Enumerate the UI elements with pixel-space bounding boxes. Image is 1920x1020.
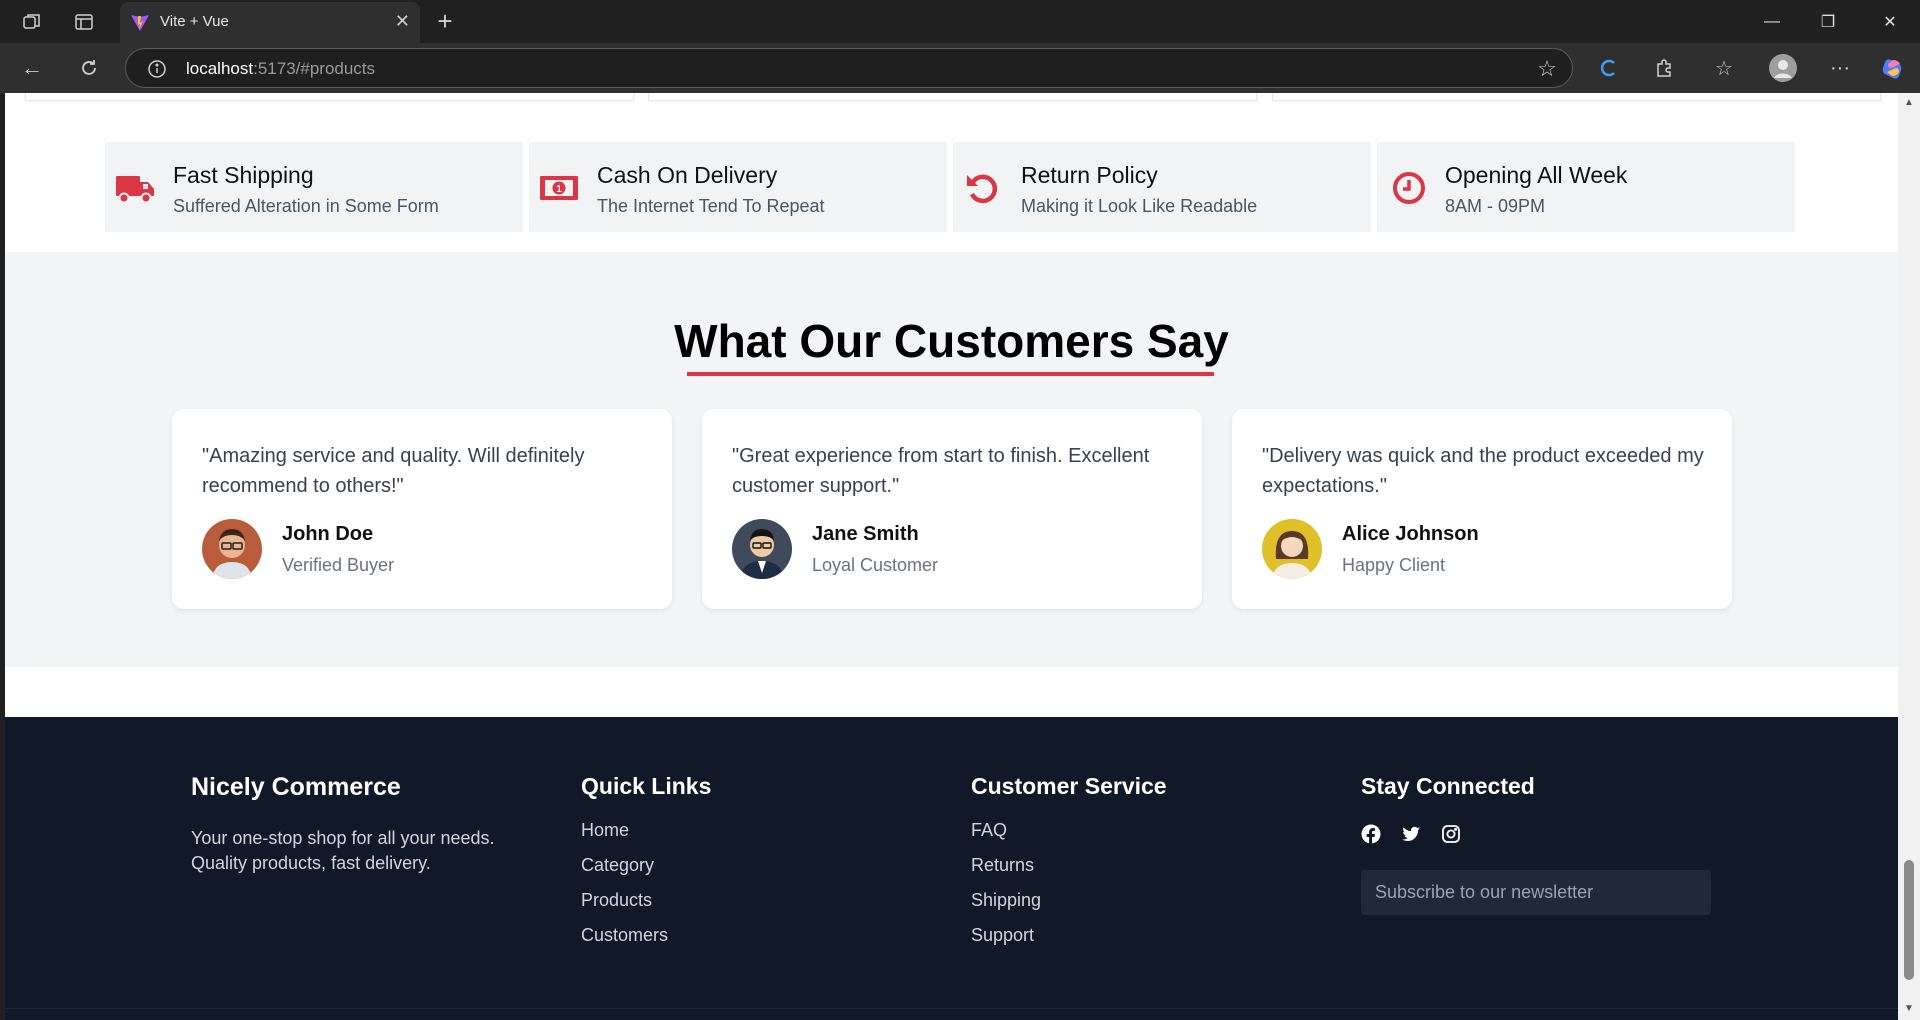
testimonial-name: Alice Johnson <box>1342 523 1479 545</box>
footer-links-list: Home Category Products Customers <box>581 820 711 960</box>
testimonial-role: Loyal Customer <box>812 555 939 575</box>
site-info-icon[interactable] <box>146 58 168 80</box>
copilot-icon[interactable] <box>1880 55 1906 81</box>
money-icon: 1 <box>539 170 579 206</box>
footer-link-faq[interactable]: FAQ <box>971 820 1167 855</box>
tab-title: Vite + Vue <box>160 13 229 30</box>
footer-link-returns[interactable]: Returns <box>971 855 1167 890</box>
url-text: localhost:5173/#products <box>186 59 376 78</box>
feature-opening-all-week: Opening All Week 8AM - 09PM <box>1377 142 1795 232</box>
testimonial-card: "Delivery was quick and the product exce… <box>1232 409 1732 609</box>
feature-fast-shipping: Fast Shipping Suffered Alteration in Som… <box>105 142 523 232</box>
avatar <box>1262 519 1322 579</box>
minimize-icon[interactable]: — <box>1744 0 1800 43</box>
more-options-icon[interactable]: ··· <box>1828 56 1852 80</box>
scroll-up-icon[interactable]: ▲ <box>1903 97 1915 109</box>
svg-text:1: 1 <box>556 184 562 195</box>
tab-actions-icon[interactable] <box>72 10 96 34</box>
footer-heading: Quick Links <box>581 773 712 799</box>
profile-icon[interactable] <box>1769 54 1797 82</box>
browser-tab-bar: Vite + Vue ✕ + — ❐ ✕ <box>0 0 1920 43</box>
footer-heading: Stay Connected <box>1361 773 1535 799</box>
twitter-icon[interactable] <box>1401 824 1421 844</box>
page-scrollbar[interactable]: ▲ ▼ <box>1898 93 1920 1020</box>
facebook-icon[interactable] <box>1361 824 1381 844</box>
clock-icon <box>1387 170 1427 206</box>
favorite-star-icon[interactable]: ☆ <box>1536 56 1558 81</box>
extension-c-icon[interactable] <box>1596 56 1620 80</box>
footer-link-customers[interactable]: Customers <box>581 925 711 960</box>
testimonial-card: "Amazing service and quality. Will defin… <box>172 409 672 609</box>
footer-stay-connected: Stay Connected <box>1361 773 1711 915</box>
close-tab-icon[interactable]: ✕ <box>395 11 410 32</box>
truck-icon <box>115 170 155 206</box>
feature-subtitle: 8AM - 09PM <box>1445 196 1546 216</box>
vite-logo-icon <box>130 12 150 32</box>
feature-title: Cash On Delivery <box>597 162 778 188</box>
testimonial-name: John Doe <box>282 523 374 545</box>
product-card-edge <box>1272 93 1881 101</box>
instagram-icon[interactable] <box>1441 824 1461 844</box>
product-card-edge <box>25 93 634 101</box>
workspaces-icon[interactable] <box>20 10 44 34</box>
reload-icon[interactable] <box>77 56 101 80</box>
testimonials-section: What Our Customers Say "Amazing service … <box>5 252 1898 667</box>
footer-quick-links: Quick Links Home Category Products Custo… <box>581 773 711 960</box>
page-viewport: Fast Shipping Suffered Alteration in Som… <box>5 93 1898 1020</box>
footer-tagline: Your one-stop shop for all your needs. Q… <box>191 828 495 873</box>
footer-link-support[interactable]: Support <box>971 925 1167 960</box>
browser-tab[interactable]: Vite + Vue ✕ <box>120 2 420 43</box>
favorites-icon[interactable]: ☆ <box>1712 56 1736 80</box>
footer-brand-column: Nicely Commerce Your one-stop shop for a… <box>191 773 511 876</box>
feature-title: Return Policy <box>1021 162 1158 188</box>
feature-cash-on-delivery: 1 Cash On Delivery The Internet Tend To … <box>529 142 947 232</box>
avatar <box>732 519 792 579</box>
testimonials-heading: What Our Customers Say <box>674 315 1229 367</box>
undo-icon <box>963 170 1003 206</box>
testimonial-card: "Great experience from start to finish. … <box>702 409 1202 609</box>
heading-underline <box>687 372 1214 376</box>
feature-subtitle: Suffered Alteration in Some Form <box>173 196 439 216</box>
back-icon[interactable]: ← <box>20 55 44 80</box>
footer-link-home[interactable]: Home <box>581 820 711 855</box>
address-bar[interactable]: localhost:5173/#products ☆ <box>125 48 1573 88</box>
product-card-edge <box>648 93 1257 101</box>
testimonial-quote: "Great experience from start to finish. … <box>732 445 1150 497</box>
testimonial-role: Happy Client <box>1342 555 1446 575</box>
scrollbar-thumb[interactable] <box>1904 860 1914 980</box>
scroll-down-icon[interactable]: ▼ <box>1903 1003 1915 1015</box>
testimonial-quote: "Amazing service and quality. Will defin… <box>202 445 585 497</box>
feature-subtitle: The Internet Tend To Repeat <box>597 196 825 216</box>
close-window-icon[interactable]: ✕ <box>1862 0 1918 43</box>
extensions-icon[interactable] <box>1652 56 1676 80</box>
new-tab-icon[interactable]: + <box>432 6 458 36</box>
feature-subtitle: Making it Look Like Readable <box>1021 196 1258 216</box>
footer-customer-service: Customer Service FAQ Returns Shipping Su… <box>971 773 1167 960</box>
site-footer: Nicely Commerce Your one-stop shop for a… <box>5 717 1898 1020</box>
browser-toolbar: ← localhost:5173/#products ☆ ☆ ··· <box>0 43 1920 93</box>
restore-icon[interactable]: ❐ <box>1800 0 1856 43</box>
testimonial-role: Verified Buyer <box>282 555 395 575</box>
social-links <box>1361 824 1711 844</box>
footer-link-products[interactable]: Products <box>581 890 711 925</box>
footer-heading: Customer Service <box>971 773 1167 799</box>
testimonial-name: Jane Smith <box>812 523 919 545</box>
avatar <box>202 519 262 579</box>
testimonial-quote: "Delivery was quick and the product exce… <box>1262 445 1704 497</box>
footer-links-list: FAQ Returns Shipping Support <box>971 820 1167 960</box>
newsletter-input[interactable] <box>1361 870 1711 915</box>
footer-link-category[interactable]: Category <box>581 855 711 890</box>
footer-link-shipping[interactable]: Shipping <box>971 890 1167 925</box>
footer-divider <box>5 1008 1898 1009</box>
feature-title: Fast Shipping <box>173 162 314 188</box>
feature-return-policy: Return Policy Making it Look Like Readab… <box>953 142 1371 232</box>
footer-brand: Nicely Commerce <box>191 773 401 801</box>
feature-title: Opening All Week <box>1445 162 1628 188</box>
